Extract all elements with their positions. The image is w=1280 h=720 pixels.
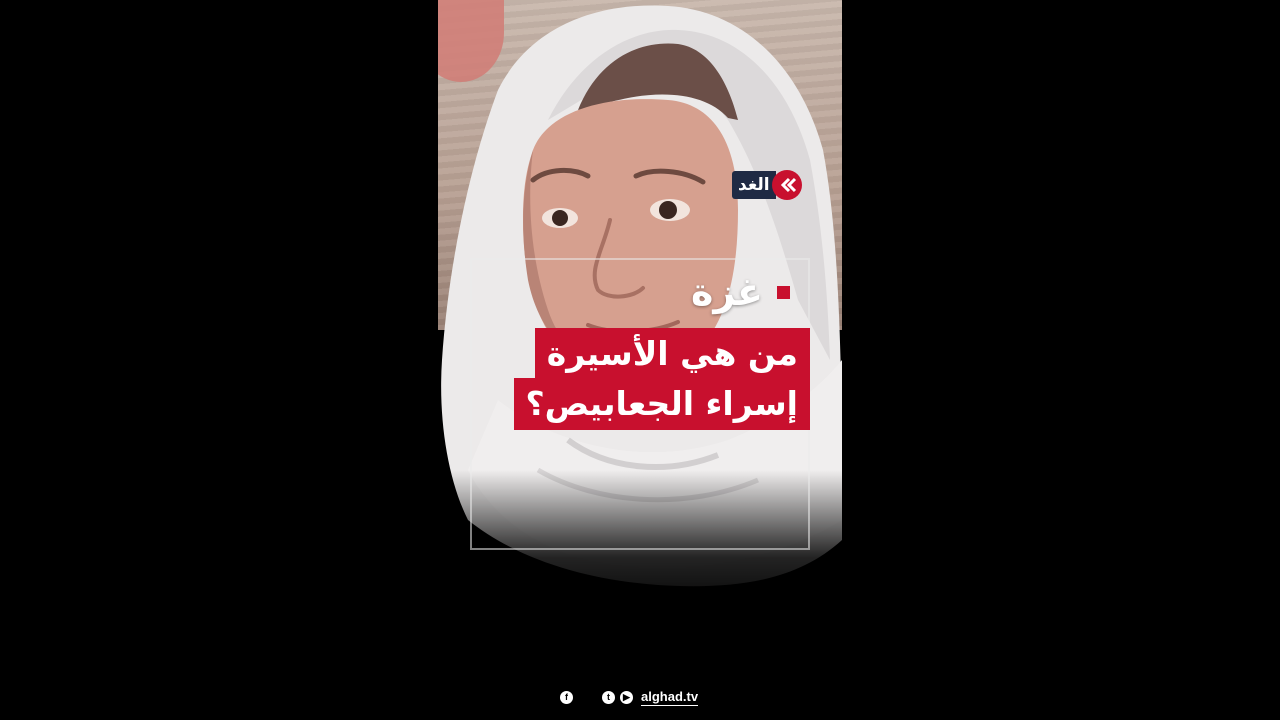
youtube-icon[interactable]: ▶ bbox=[620, 690, 633, 704]
chevron-logo-icon bbox=[771, 170, 802, 200]
headline-line-1: من هي الأسيرة bbox=[534, 328, 810, 380]
red-square-icon bbox=[777, 285, 790, 299]
twitter-icon[interactable]: t bbox=[602, 690, 615, 704]
location-label: غزة bbox=[690, 270, 763, 314]
location-tag: غزة bbox=[691, 270, 790, 314]
footer-bar: f t ▶ alghad.tv bbox=[560, 684, 760, 710]
facebook-icon[interactable]: f bbox=[560, 690, 573, 704]
video-frame[interactable]: الغد غزة من هي الأسيرة إسراء الجعابيص؟ bbox=[438, 0, 842, 720]
video-player[interactable]: الغد غزة من هي الأسيرة إسراء الجعابيص؟ f… bbox=[0, 0, 1280, 720]
headline-line-2: إسراء الجعابيص؟ bbox=[513, 378, 810, 430]
channel-logo: الغد bbox=[732, 169, 812, 201]
site-link[interactable]: alghad.tv bbox=[641, 689, 699, 706]
channel-logo-text: الغد bbox=[732, 171, 776, 199]
